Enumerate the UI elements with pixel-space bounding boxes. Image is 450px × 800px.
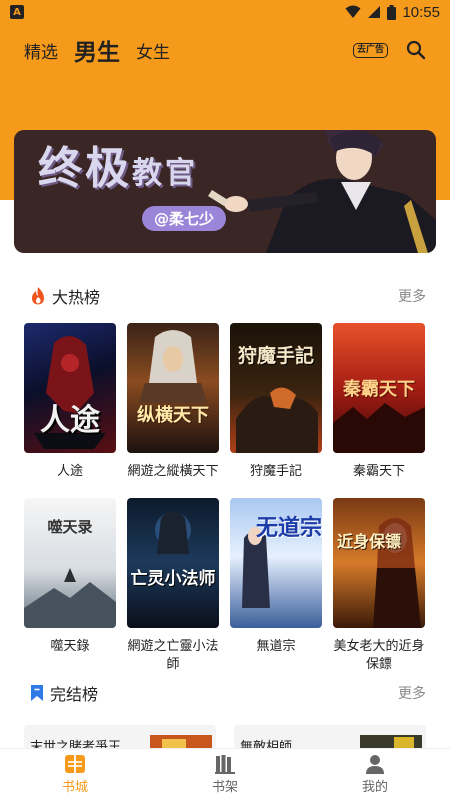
- bottom-nav-profile[interactable]: 我的: [300, 749, 450, 800]
- book-cover: 无道宗: [230, 498, 322, 628]
- promo-banner[interactable]: 终极教官 @柔七少: [14, 130, 436, 253]
- book-item[interactable]: 近身保镖 美女老大的近身保鏢: [333, 498, 425, 674]
- book-title: 無道宗: [256, 639, 296, 654]
- bottom-nav-bookshelf[interactable]: 书架: [150, 749, 300, 800]
- preview-card[interactable]: 無敵相師: [234, 725, 426, 749]
- bookstore-icon: [65, 755, 85, 773]
- book-cover: 人途: [24, 323, 116, 453]
- tab-female[interactable]: 女生: [136, 38, 170, 63]
- book-item[interactable]: 狩魔手記 狩魔手記: [230, 323, 322, 481]
- complete-ranking-title: 完结榜: [50, 685, 99, 704]
- book-item[interactable]: 纵横天下 網遊之縱橫天下: [127, 323, 219, 481]
- book-title: 狩魔手記: [249, 464, 302, 479]
- status-bar: A 10:55: [0, 0, 450, 24]
- battery-icon: [387, 4, 397, 20]
- book-title: 人途: [56, 464, 83, 479]
- book-cover: 秦霸天下: [333, 323, 425, 453]
- hot-more-link[interactable]: 更多: [398, 286, 426, 306]
- preview-thumbnail: [150, 735, 212, 749]
- preview-thumbnail: [360, 735, 422, 749]
- book-title: 秦霸天下: [352, 464, 405, 479]
- bookmark-icon: [31, 685, 43, 701]
- bottom-nav-bookstore[interactable]: 书城: [0, 749, 150, 800]
- bottom-nav-label: 我的: [361, 780, 388, 795]
- book-cover: 亡灵小法师: [127, 498, 219, 628]
- top-nav: 精选 男生 女生 去广告: [0, 32, 450, 68]
- complete-more-link[interactable]: 更多: [398, 683, 426, 703]
- book-cover: 噬天录: [24, 498, 116, 628]
- book-title: 噬天錄: [50, 639, 90, 654]
- book-title: 網遊之亡靈小法師: [127, 639, 219, 672]
- bottom-nav-label: 书城: [61, 780, 88, 795]
- book-title: 美女老大的近身保鏢: [333, 639, 425, 672]
- book-cover: 近身保镖: [333, 498, 425, 628]
- book-item[interactable]: 亡灵小法师 網遊之亡靈小法師: [127, 498, 219, 674]
- profile-icon: [366, 755, 384, 774]
- complete-ranking-header: 完结榜 更多: [0, 678, 450, 708]
- complete-preview-row: 末世之賭者爭王 無敵相師: [24, 725, 426, 749]
- flame-icon: [32, 287, 44, 305]
- book-item[interactable]: 噬天录 噬天錄: [24, 498, 116, 656]
- wifi-icon: [345, 5, 361, 18]
- book-item[interactable]: 秦霸天下 秦霸天下: [333, 323, 425, 481]
- bookshelf-icon: [215, 755, 235, 774]
- book-cover: 狩魔手記: [230, 323, 322, 453]
- search-icon[interactable]: [406, 40, 426, 60]
- banner-character-illustration: [208, 130, 436, 253]
- preview-card[interactable]: 末世之賭者爭王: [24, 725, 216, 749]
- book-title: 網遊之縱橫天下: [127, 464, 219, 479]
- bottom-nav-label: 书架: [211, 780, 238, 795]
- book-item[interactable]: 人途 人途: [24, 323, 116, 481]
- status-time: 10:55: [402, 3, 440, 21]
- app-notification-icon: A: [10, 5, 24, 19]
- book-cover: 纵横天下: [127, 323, 219, 453]
- book-item[interactable]: 无道宗 無道宗: [230, 498, 322, 656]
- tab-featured[interactable]: 精选: [24, 38, 58, 63]
- tab-male[interactable]: 男生: [74, 33, 120, 67]
- remove-ads-button[interactable]: 去广告: [352, 42, 388, 58]
- bottom-nav: 书城 书架 我的: [0, 748, 450, 800]
- hot-ranking-title: 大热榜: [52, 288, 101, 307]
- hot-ranking-header: 大热榜 更多: [0, 281, 450, 311]
- signal-icon: [368, 6, 381, 18]
- banner-title: 终极教官: [38, 143, 198, 194]
